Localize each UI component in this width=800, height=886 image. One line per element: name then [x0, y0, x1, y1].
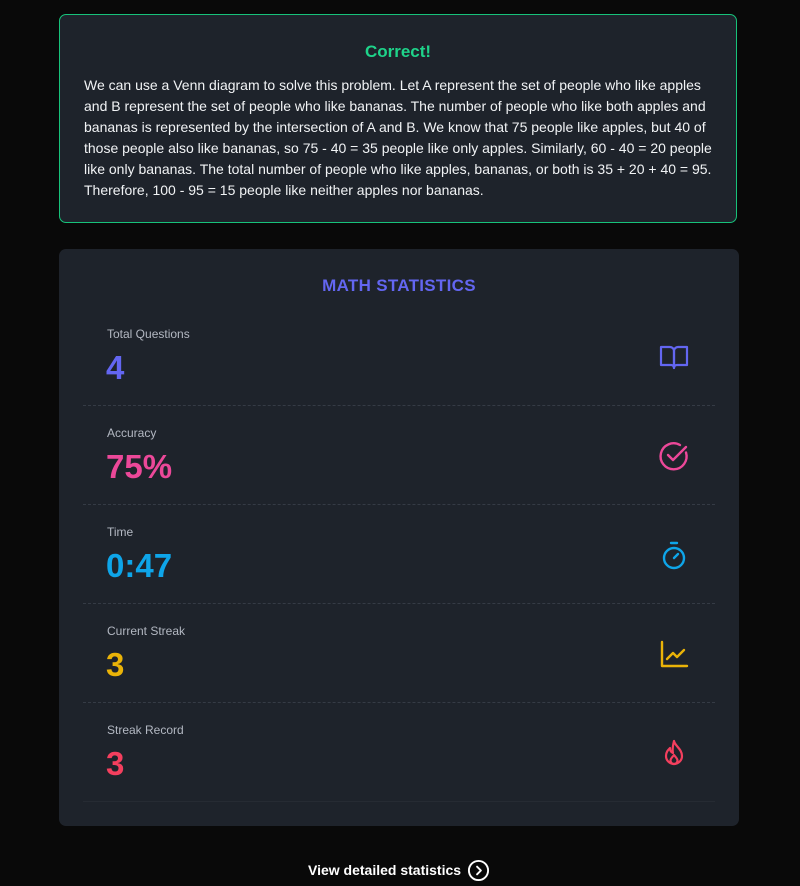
math-statistics-card: MATH STATISTICS Total Questions 4 Accura… — [59, 249, 739, 826]
stat-accuracy: Accuracy 75% — [83, 406, 715, 505]
stat-current-streak: Current Streak 3 — [83, 604, 715, 703]
stats-title: MATH STATISTICS — [322, 276, 476, 295]
stat-total-questions: Total Questions 4 — [83, 307, 715, 406]
circle-check-icon — [658, 440, 690, 472]
answer-feedback-card: Correct! We can use a Venn diagram to so… — [59, 14, 737, 223]
stat-value: 4 — [106, 349, 125, 386]
stat-label: Accuracy — [107, 426, 157, 440]
stat-value: 3 — [106, 745, 125, 782]
stat-value: 3 — [106, 646, 125, 683]
feedback-title: Correct! — [364, 42, 432, 61]
book-open-icon — [658, 341, 690, 373]
stat-label: Time — [107, 525, 134, 539]
chevron-right-circle-icon — [467, 859, 490, 882]
feedback-explanation: We can use a Venn diagram to solve this … — [84, 77, 712, 198]
stopwatch-icon — [658, 539, 690, 571]
footer-link-label: View detailed statistics — [308, 862, 462, 878]
stat-label: Total Questions — [107, 327, 190, 341]
stat-label: Current Streak — [107, 624, 186, 638]
line-chart-icon — [658, 638, 690, 670]
view-detailed-statistics-link[interactable]: View detailed statistics — [308, 858, 490, 882]
stat-streak-record: Streak Record 3 — [83, 703, 715, 802]
stat-time: Time 0:47 — [83, 505, 715, 604]
flame-icon — [658, 737, 690, 769]
stat-value: 75% — [106, 448, 173, 485]
stat-value: 0:47 — [106, 547, 173, 584]
stat-label: Streak Record — [107, 723, 184, 737]
